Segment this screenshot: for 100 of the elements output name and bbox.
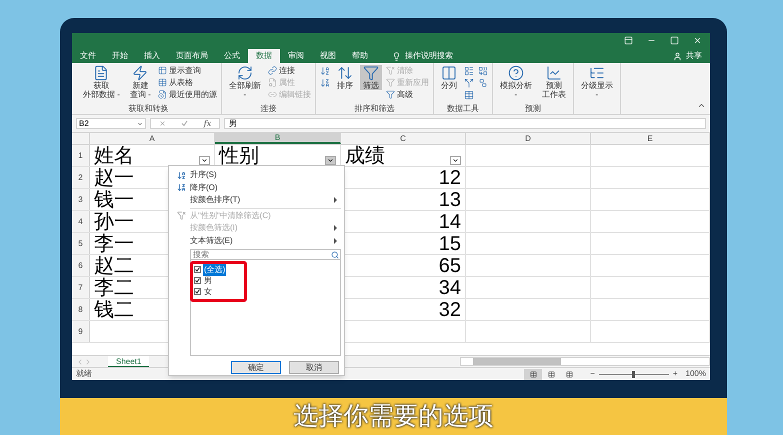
sort-ascending-button[interactable] [320, 65, 330, 76]
group-label: 获取和转换 [127, 104, 170, 114]
table-cell-text: 钱一 [94, 188, 134, 212]
ribbon-button[interactable]: 筛选 [360, 65, 382, 90]
ribbon-tab[interactable]: 开始 [104, 49, 136, 63]
person-icon [673, 52, 682, 60]
column-header[interactable]: D [466, 133, 591, 144]
ribbon-button[interactable]: 获取 外部数据 - [80, 65, 123, 99]
zoom-out-button[interactable]: − [590, 368, 595, 380]
ribbon-button[interactable]: 分列 [438, 65, 460, 90]
ribbon-tab[interactable]: 审阅 [280, 49, 312, 63]
ribbon-tab[interactable]: 页面布局 [168, 49, 216, 63]
ribbon-button[interactable]: 高级 [386, 89, 429, 100]
value-item[interactable]: 男 [203, 274, 213, 286]
row-header[interactable]: 7 [72, 277, 90, 298]
outline-icon [588, 65, 605, 81]
table-icon [158, 66, 167, 75]
row-header[interactable]: 8 [72, 299, 90, 320]
name-box[interactable]: B2 [76, 118, 146, 129]
ribbon-tab[interactable]: 文件 [72, 49, 104, 63]
filter-clear-icon [176, 211, 186, 220]
table-cell-text: 12 [438, 166, 461, 190]
collapse-ribbon-icon[interactable] [697, 101, 706, 110]
search-field[interactable]: 搜索 [190, 249, 341, 260]
checkbox[interactable] [194, 288, 201, 295]
ribbon-button[interactable]: 新建 查询 - [126, 65, 154, 99]
column-header[interactable]: B [215, 133, 341, 144]
menu-item[interactable]: 升序(S) [172, 169, 341, 182]
ribbon-tab[interactable]: 公式 [216, 49, 248, 63]
value-item[interactable]: 女 [203, 286, 213, 298]
row-header[interactable]: 2 [72, 167, 90, 188]
menu-item[interactable]: 按颜色排序(T) [172, 194, 341, 206]
row-header[interactable]: 3 [72, 189, 90, 210]
question-icon [508, 65, 524, 81]
ribbon-button[interactable]: 连接 [268, 65, 311, 76]
ungroup-button[interactable] [478, 77, 488, 88]
row-header[interactable]: 1 [72, 145, 90, 166]
dialog-button[interactable]: 取消 [289, 361, 339, 374]
menu-item[interactable]: 降序(O) [172, 182, 341, 194]
table-cell-text: 15 [438, 232, 461, 256]
ribbon-tab[interactable]: 数据 [248, 49, 280, 63]
ribbon-button[interactable]: 从表格 [158, 77, 217, 88]
table-cell-text: 13 [438, 188, 461, 212]
row-header[interactable]: 4 [72, 211, 90, 232]
zoom-level: 100% [686, 368, 706, 380]
dialog-button[interactable]: 确定 [231, 361, 281, 374]
table-cell-text: 钱二 [94, 298, 134, 322]
menu-item[interactable]: 文本筛选(E) [172, 234, 341, 247]
table-button[interactable] [464, 89, 474, 100]
ribbon-button[interactable]: 分级显示 - [578, 65, 616, 99]
row-header[interactable]: 6 [72, 255, 90, 276]
close-icon[interactable] [693, 36, 702, 45]
maximize-icon[interactable] [670, 36, 679, 45]
value-item[interactable]: (全选) [203, 264, 226, 276]
sort-ascending-icon [176, 170, 186, 180]
table-cell-text: 34 [438, 276, 461, 300]
ribbon-tab[interactable]: 帮助 [344, 49, 376, 63]
ribbon-display-icon[interactable] [624, 36, 633, 45]
document-icon [93, 65, 110, 81]
table-cell-text: 赵一 [94, 166, 134, 190]
horizontal-scrollbar[interactable] [460, 357, 710, 366]
row-header[interactable]: 5 [72, 233, 90, 254]
document-gear-icon [268, 78, 277, 87]
share-link[interactable]: 共享 [686, 50, 702, 62]
split-button[interactable] [464, 77, 474, 88]
ribbon-button[interactable]: 预测 工作表 [538, 65, 569, 99]
ribbon-button[interactable]: 最近使用的源 [158, 89, 217, 100]
sort-descending-button[interactable] [320, 77, 330, 88]
zoom-thumb[interactable] [632, 370, 636, 378]
check-icon[interactable] [181, 120, 188, 127]
filter-icon [386, 78, 395, 87]
list-button[interactable] [464, 65, 474, 76]
function-button[interactable]: fx [204, 118, 212, 130]
ribbon-tab[interactable]: 插入 [136, 49, 168, 63]
filter-dropdown-button[interactable] [325, 156, 336, 165]
table-cell-text: 李一 [94, 232, 134, 256]
refresh-icon [236, 65, 253, 81]
caret-icon [327, 157, 334, 164]
filter-dropdown-button[interactable] [199, 156, 210, 165]
view-button[interactable] [524, 368, 542, 380]
ribbon-button[interactable]: 显示查询 [158, 65, 217, 76]
formula-field[interactable]: 男 [224, 118, 706, 129]
table-icon [158, 78, 167, 87]
checkbox[interactable] [194, 266, 201, 273]
table-cell-text: 赵二 [94, 254, 134, 278]
filter-dropdown-button[interactable] [450, 156, 461, 165]
columns-icon [440, 65, 457, 81]
filter-clear-icon [386, 66, 395, 75]
ribbon-button[interactable]: 排序 [334, 65, 356, 90]
row-header[interactable]: 9 [72, 321, 90, 342]
zoom-in-button[interactable]: + [672, 368, 678, 380]
ribbon-button[interactable]: 全部刷新 - [226, 65, 264, 99]
sheet-tab[interactable]: Sheet1 [108, 356, 150, 368]
column-header[interactable]: E [591, 133, 710, 144]
tell-me-search[interactable]: 操作说明搜索 [405, 50, 453, 62]
ribbon-button[interactable]: 模拟分析 - [496, 65, 535, 99]
checkbox[interactable] [194, 277, 201, 284]
merge-button[interactable] [478, 65, 488, 76]
column-header[interactable]: C [341, 133, 466, 144]
ribbon-tab[interactable]: 视图 [312, 49, 344, 63]
